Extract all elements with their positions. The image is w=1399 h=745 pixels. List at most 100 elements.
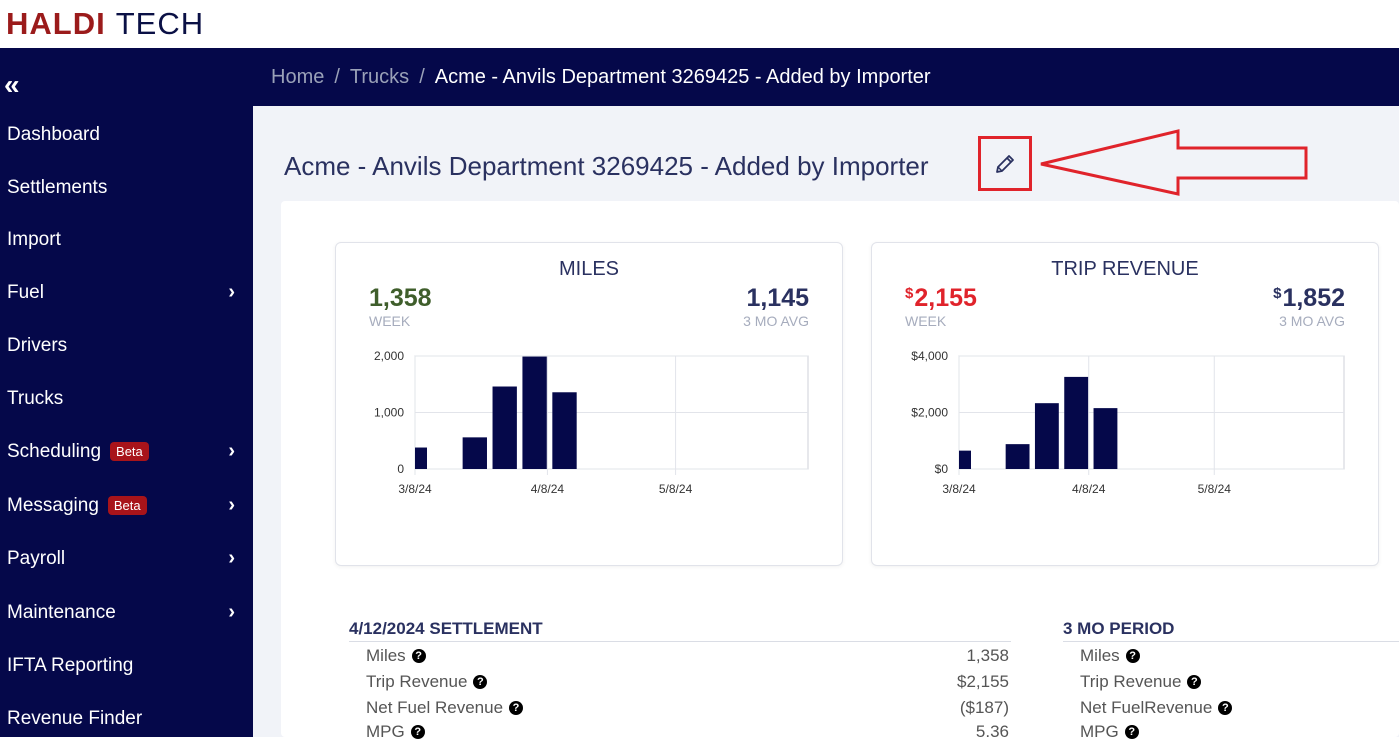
row-label: MPG xyxy=(366,722,405,741)
bar xyxy=(415,447,427,469)
sidebar-item-label: Settlements xyxy=(7,176,108,198)
miles-avg-value: 1,145 xyxy=(746,284,809,312)
bar xyxy=(959,450,971,469)
sidebar-item-maintenance[interactable]: Maintenance › xyxy=(0,586,253,639)
breadcrumb-trucks[interactable]: Trucks xyxy=(350,66,409,89)
row-label: Miles xyxy=(366,646,406,665)
sidebar-item-drivers[interactable]: Drivers xyxy=(0,319,253,372)
x-tick-label: 3/8/24 xyxy=(398,482,432,496)
period-row-trip-revenue: Trip Revenue? xyxy=(1080,672,1202,692)
miles-chart: 0 1,000 2,000 3/8/24 4/8/24 5/8/24 xyxy=(374,349,809,496)
sidebar-item-label: Messaging xyxy=(7,494,99,516)
period-row-miles: Miles? xyxy=(1080,646,1140,666)
sidebar-item-settlements[interactable]: Settlements xyxy=(0,161,253,214)
row-label: Trip Revenue xyxy=(366,672,468,691)
row-label: Net Fuel Revenue xyxy=(366,698,504,717)
bar xyxy=(1034,403,1059,469)
settlement-mpg-value: 5.36 xyxy=(975,722,1009,741)
settlement-row-mpg: MPG? xyxy=(366,722,425,742)
bar xyxy=(522,356,547,469)
breadcrumb-separator: / xyxy=(419,65,425,88)
sidebar-item-dashboard[interactable]: Dashboard xyxy=(0,108,253,161)
revenue-chart: $0 $2,000 $4,000 3/8/24 4/8/24 5/8/24 xyxy=(911,349,1345,496)
breadcrumb: Home / Trucks / Acme - Anvils Department… xyxy=(253,48,1399,106)
sidebar-item-label: Drivers xyxy=(7,334,68,356)
sidebar-item-payroll[interactable]: Payroll › xyxy=(0,532,253,585)
settlement-title: 4/12/2024 SETTLEMENT xyxy=(349,619,543,638)
help-icon[interactable]: ? xyxy=(1125,649,1140,663)
currency-symbol: $ xyxy=(905,285,914,302)
sidebar-item-import[interactable]: Import xyxy=(0,213,253,266)
row-label: MPG xyxy=(1080,722,1119,741)
revenue-avg-label: 3 MO AVG xyxy=(1279,313,1345,329)
settlement-row-trip-revenue: Trip Revenue? xyxy=(366,672,488,692)
row-label: Net FuelRevenue xyxy=(1080,698,1213,717)
divider xyxy=(1063,641,1399,642)
revenue-week-label: WEEK xyxy=(905,313,947,329)
trip-revenue-card: TRIP REVENUE $2,155 WEEK $1,852 3 MO AVG… xyxy=(871,242,1379,566)
breadcrumb-current: Acme - Anvils Department 3269425 - Added… xyxy=(434,65,931,88)
row-label: Miles xyxy=(1080,646,1120,665)
period-row-net-fuel-revenue: Net FuelRevenue? xyxy=(1080,698,1233,718)
sidebar-item-messaging[interactable]: Messaging Beta › xyxy=(0,479,253,532)
sidebar-item-label: Trucks xyxy=(7,387,64,409)
bar xyxy=(552,392,577,469)
sidebar-item-fuel[interactable]: Fuel › xyxy=(0,266,253,319)
bar xyxy=(1064,376,1089,469)
y-tick-label: 2,000 xyxy=(374,349,404,363)
bar xyxy=(462,437,487,469)
brand-part2: TECH xyxy=(115,6,205,41)
annotation-arrow xyxy=(1040,129,1308,196)
beta-badge: Beta xyxy=(107,496,147,515)
y-tick-label: $0 xyxy=(935,462,949,476)
x-tick-label: 4/8/24 xyxy=(531,482,565,496)
truck-details-card: MILES 1,358 WEEK 1,145 3 MO AVG 0 1,000 2,… xyxy=(281,201,1399,741)
sidebar-item-label: Fuel xyxy=(7,281,44,303)
breadcrumb-home[interactable]: Home xyxy=(271,66,324,89)
bar xyxy=(1005,444,1030,469)
main-content: Acme - Anvils Department 3269425 - Added… xyxy=(253,106,1399,741)
revenue-week-value: $2,155 xyxy=(905,284,977,313)
miles-week-value: 1,358 xyxy=(369,284,432,312)
sidebar-item-ifta-reporting[interactable]: IFTA Reporting xyxy=(0,639,253,692)
help-icon[interactable]: ? xyxy=(1218,701,1233,715)
x-tick-label: 5/8/24 xyxy=(659,482,693,496)
settlement-row-net-fuel-revenue: Net Fuel Revenue? xyxy=(366,698,524,718)
help-icon[interactable]: ? xyxy=(473,675,488,689)
miles-avg-label: 3 MO AVG xyxy=(743,313,809,329)
settlement-row-miles: Miles? xyxy=(366,646,426,666)
y-tick-label: 0 xyxy=(397,462,404,476)
revenue-avg-value: $1,852 xyxy=(1273,284,1345,313)
miles-card: MILES 1,358 WEEK 1,145 3 MO AVG 0 1,000 2,… xyxy=(335,242,843,566)
x-tick-label: 3/8/24 xyxy=(942,482,976,496)
sidebar: « Dashboard Settlements Import Fuel › Dr… xyxy=(0,48,253,737)
sidebar-item-label: Revenue Finder xyxy=(7,707,143,729)
help-icon[interactable]: ? xyxy=(1187,675,1202,689)
period-title: 3 MO PERIOD xyxy=(1063,619,1175,638)
sidebar-item-scheduling[interactable]: Scheduling Beta › xyxy=(0,425,253,478)
double-chevron-left-icon[interactable]: « xyxy=(4,70,19,100)
chevron-right-icon: › xyxy=(228,601,235,623)
x-tick-label: 4/8/24 xyxy=(1072,482,1106,496)
x-tick-label: 5/8/24 xyxy=(1198,482,1232,496)
currency-symbol: $ xyxy=(1273,285,1282,302)
pencil-icon xyxy=(996,154,1014,173)
help-icon[interactable]: ? xyxy=(509,701,524,715)
sidebar-item-label: Scheduling xyxy=(7,440,102,462)
chevron-right-icon: › xyxy=(228,440,235,462)
settlement-miles-value: 1,358 xyxy=(966,646,1009,665)
revenue-card-title: TRIP REVENUE xyxy=(1051,258,1199,280)
beta-badge: Beta xyxy=(110,442,149,461)
edit-button[interactable] xyxy=(978,136,1032,191)
miles-card-title: MILES xyxy=(558,258,620,280)
sidebar-item-trucks[interactable]: Trucks xyxy=(0,372,253,425)
bar xyxy=(492,386,517,469)
y-tick-label: $2,000 xyxy=(911,406,948,420)
miles-week-label: WEEK xyxy=(369,313,411,329)
settlement-trip-revenue-value: $2,155 xyxy=(957,672,1009,691)
revenue-week-number: 2,155 xyxy=(914,284,977,312)
settlement-net-fuel-revenue-value: ($187) xyxy=(959,698,1009,717)
breadcrumb-separator: / xyxy=(334,65,340,88)
sidebar-item-revenue-finder[interactable]: Revenue Finder xyxy=(0,692,253,745)
help-icon[interactable]: ? xyxy=(411,649,426,663)
